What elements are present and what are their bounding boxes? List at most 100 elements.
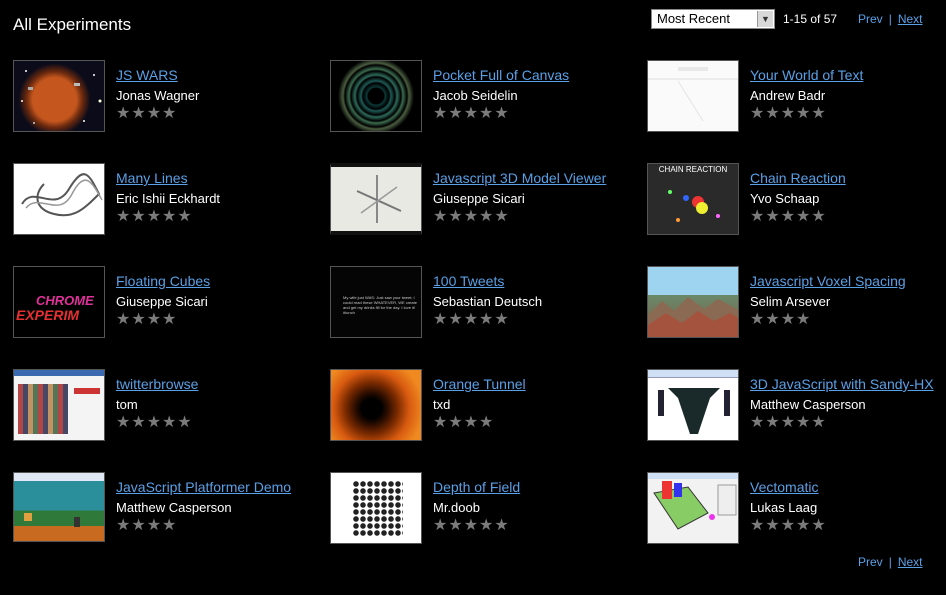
prev-link[interactable]: Prev <box>858 555 883 569</box>
experiment-title[interactable]: Chain Reaction <box>750 167 946 190</box>
experiment-author: Lukas Laag <box>750 500 818 515</box>
experiment-title[interactable]: Depth of Field <box>433 476 633 499</box>
vector-editor-image <box>648 473 738 530</box>
thumbnail-vectomatic[interactable] <box>647 472 739 544</box>
experiment-title[interactable]: 100 Tweets <box>433 270 633 293</box>
experiment-card: CHAIN REACTION Chain Reaction Yvo Schaap… <box>647 163 946 255</box>
chevron-down-icon[interactable]: ▼ <box>757 11 773 27</box>
result-range: 1-15 of 57 <box>783 12 838 26</box>
rating-stars-icon: ★★★★★ <box>750 105 827 122</box>
next-link[interactable]: Next <box>898 555 923 569</box>
experiment-title[interactable]: Orange Tunnel <box>433 373 633 396</box>
chain-reaction-caption: CHAIN REACTION <box>658 165 728 174</box>
avatar-grid <box>18 384 68 434</box>
experiment-author: Yvo Schaap <box>750 191 820 206</box>
star-rating: ★★★★★ <box>116 208 316 226</box>
thumbnail-your-world-of-text[interactable] <box>647 60 739 132</box>
experiment-title[interactable]: Javascript Voxel Spacing <box>750 270 946 293</box>
experiment-author: Giuseppe Sicari <box>116 294 208 309</box>
experiment-card: Pocket Full of Canvas Jacob Seidelin ★★★… <box>330 60 630 152</box>
rating-stars-icon: ★★★★ <box>750 311 812 328</box>
cubes-caption-top: CHROME <box>36 293 94 308</box>
thumbnail-js-wars[interactable] <box>13 60 105 132</box>
experiment-author: Giuseppe Sicari <box>433 191 525 206</box>
prev-link[interactable]: Prev <box>858 12 883 26</box>
pager-separator: | <box>888 555 892 569</box>
thumbnail-depth-of-field[interactable] <box>330 472 422 544</box>
experiment-title[interactable]: JS WARS <box>116 64 316 87</box>
experiment-title[interactable]: Floating Cubes <box>116 270 316 293</box>
experiment-title[interactable]: twitterbrowse <box>116 373 316 396</box>
star-rating: ★★★★ <box>433 414 633 432</box>
browser-bar <box>648 370 738 378</box>
tweet-text: My wife just WAS: Just saw your tweet; I… <box>343 295 417 315</box>
experiment-card: My wife just WAS: Just saw your tweet; I… <box>330 266 630 358</box>
platformer-image <box>14 473 104 527</box>
experiment-author: Sebastian Deutsch <box>433 294 543 309</box>
space-scene-image <box>21 70 102 124</box>
rating-stars-icon: ★★★★★ <box>116 414 193 431</box>
experiment-title[interactable]: Many Lines <box>116 167 316 190</box>
experiment-card: JS WARS Jonas Wagner ★★★★ <box>13 60 313 152</box>
rating-stars-icon: ★★★★★ <box>433 105 510 122</box>
rating-stars-icon: ★★★★★ <box>750 208 827 225</box>
text-grid-image <box>648 67 738 122</box>
star-rating: ★★★★★ <box>750 517 946 535</box>
experiment-card: Javascript 3D Model Viewer Giuseppe Sica… <box>330 163 630 255</box>
sort-select[interactable]: Most Recent ▼ <box>651 9 775 29</box>
experiment-title[interactable]: 3D JavaScript with Sandy-HX <box>750 373 946 396</box>
experiment-card: Depth of Field Mr.doob ★★★★★ <box>330 472 630 564</box>
orbs-image <box>668 190 720 222</box>
star-rating: ★★★★ <box>116 105 316 123</box>
rating-stars-icon: ★★★★★ <box>750 414 827 431</box>
experiment-author: Mr.doob <box>433 500 480 515</box>
side-panel <box>74 388 100 394</box>
experiment-card: twitterbrowse tom ★★★★★ <box>13 369 313 461</box>
pager-separator: | <box>888 12 892 26</box>
thumbnail-platformer-demo[interactable] <box>13 472 105 542</box>
thumbnail-100-tweets[interactable]: My wife just WAS: Just saw your tweet; I… <box>330 266 422 338</box>
experiment-card: Many Lines Eric Ishii Eckhardt ★★★★★ <box>13 163 313 255</box>
thumbnail-orange-tunnel[interactable] <box>330 369 422 441</box>
next-link[interactable]: Next <box>898 12 923 26</box>
sphere-grid <box>353 481 403 537</box>
thumbnail-3d-model-viewer[interactable] <box>330 163 422 235</box>
experiment-author: txd <box>433 397 451 412</box>
spaceship-image <box>658 388 730 434</box>
experiment-title[interactable]: Vectomatic <box>750 476 946 499</box>
thumbnail-voxel-spacing[interactable] <box>647 266 739 338</box>
experiment-card: 3D JavaScript with Sandy-HX Matthew Casp… <box>647 369 946 461</box>
star-rating: ★★★★★ <box>116 414 316 432</box>
experiment-author: Jacob Seidelin <box>433 88 518 103</box>
star-rating: ★★★★★ <box>433 517 633 535</box>
thumbnail-twitterbrowse[interactable] <box>13 369 105 441</box>
experiment-card: Your World of Text Andrew Badr ★★★★★ <box>647 60 946 152</box>
star-rating: ★★★★★ <box>433 105 633 123</box>
star-rating: ★★★★ <box>750 311 946 329</box>
browser-bar <box>14 370 104 376</box>
thumbnail-chain-reaction[interactable]: CHAIN REACTION <box>647 163 739 235</box>
rating-stars-icon: ★★★★ <box>433 414 495 431</box>
rating-stars-icon: ★★★★ <box>116 311 178 328</box>
thumbnail-many-lines[interactable] <box>13 163 105 235</box>
experiment-title[interactable]: JavaScript Platformer Demo <box>116 476 316 499</box>
experiment-card: JavaScript Platformer Demo Matthew Caspe… <box>13 472 313 564</box>
model-image <box>356 175 402 223</box>
thumbnail-floating-cubes[interactable]: CHROME EXPERIM <box>13 266 105 338</box>
terrain-image <box>648 297 738 337</box>
experiment-title[interactable]: Pocket Full of Canvas <box>433 64 633 87</box>
thumbnail-sandy-hx[interactable] <box>647 369 739 441</box>
pagination-bottom: Prev | Next <box>858 555 923 569</box>
experiment-title[interactable]: Your World of Text <box>750 64 946 87</box>
rating-stars-icon: ★★★★★ <box>433 517 510 534</box>
rating-stars-icon: ★★★★★ <box>433 311 510 328</box>
star-rating: ★★★★★ <box>750 105 946 123</box>
rating-stars-icon: ★★★★★ <box>116 208 193 225</box>
experiment-card: CHROME EXPERIM Floating Cubes Giuseppe S… <box>13 266 313 358</box>
thumbnail-pocket-full-of-canvas[interactable] <box>330 60 422 132</box>
experiment-card: Vectomatic Lukas Laag ★★★★★ <box>647 472 946 564</box>
star-rating: ★★★★★ <box>750 414 946 432</box>
star-rating: ★★★★★ <box>433 208 633 226</box>
experiment-author: Matthew Casperson <box>750 397 866 412</box>
experiment-title[interactable]: Javascript 3D Model Viewer <box>433 167 633 190</box>
